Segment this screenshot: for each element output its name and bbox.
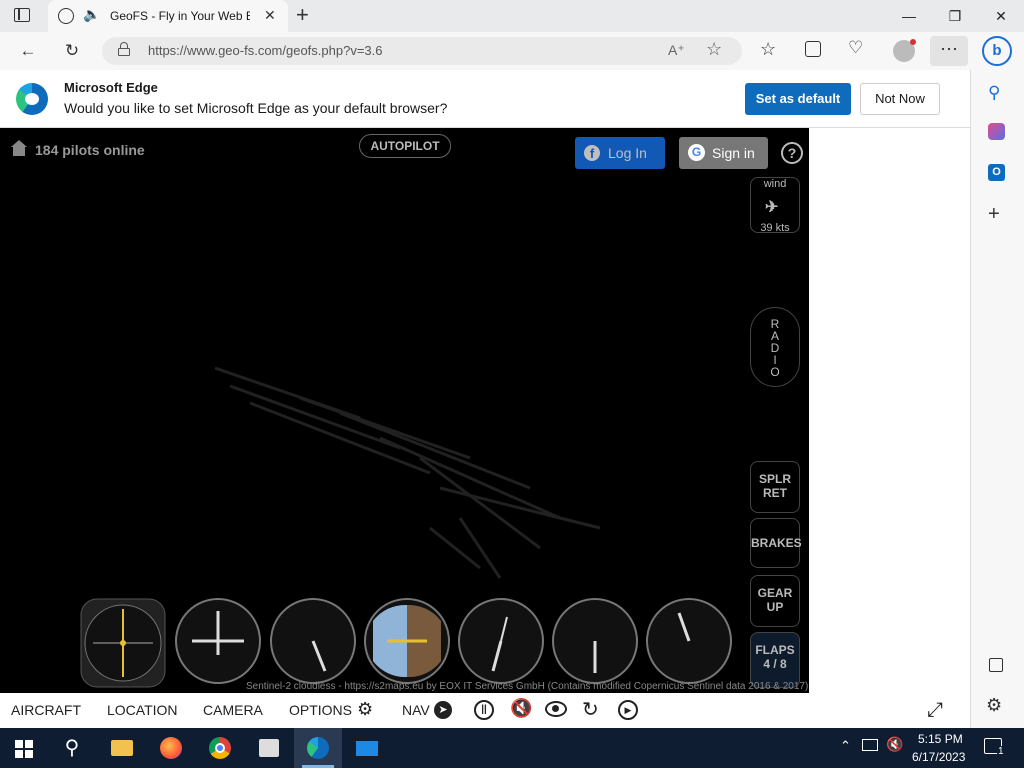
instrument-panel [80, 598, 732, 688]
new-tab-button[interactable]: + [296, 2, 309, 28]
browser-essentials-icon[interactable]: ♡ [848, 38, 863, 58]
spoilers-label: SPLR [758, 472, 791, 486]
wind-label: wind [763, 178, 787, 190]
menu-camera[interactable]: CAMERA [203, 702, 263, 718]
tray-chevron-icon[interactable]: ⌃ [840, 738, 851, 754]
mail-icon[interactable] [343, 728, 391, 768]
volume-muted-icon[interactable]: 🔇 [886, 736, 903, 753]
google-signin-button[interactable]: G Sign in [679, 137, 768, 169]
menu-nav[interactable]: NAV [402, 702, 430, 718]
reset-icon[interactable]: ↻ [582, 697, 599, 722]
login-label: Log In [608, 145, 647, 161]
tab-title: GeoFS - Fly in Your Web Bro [110, 9, 250, 23]
pilots-online[interactable]: 184 pilots online [35, 142, 145, 158]
url-text[interactable]: https://www.geo-fs.com/geofs.php?v=3.6 [148, 43, 383, 58]
wind-indicator[interactable]: wind ✈ 39 kts [750, 177, 800, 234]
nav-compass-icon[interactable]: ➤ [434, 701, 452, 719]
home-icon[interactable] [10, 140, 28, 156]
edge-logo-icon [16, 83, 48, 115]
settings-gear-icon[interactable]: ⚙ [986, 695, 1002, 716]
wind-plane-icon: ✈ [765, 199, 779, 216]
pause-icon[interactable]: || [474, 700, 494, 720]
favorites-icon[interactable]: ☆ [760, 39, 776, 60]
clock-time[interactable]: 5:15 PM [918, 732, 963, 746]
brakes-button[interactable]: BRAKES [750, 518, 802, 568]
close-window-button[interactable]: ✕ [978, 0, 1024, 32]
attribution-text: Sentinel-2 cloudless - https://s2maps.eu… [246, 681, 809, 692]
not-now-button[interactable]: Not Now [860, 83, 940, 115]
read-aloud-icon[interactable]: A⁺ [668, 42, 685, 59]
globe-icon [58, 8, 74, 24]
more-options-icon[interactable]: ⋯ [930, 36, 968, 66]
radio-button[interactable]: R A D I O [750, 307, 800, 387]
play-icon[interactable]: ▶ [618, 700, 638, 720]
refresh-icon[interactable]: ↻ [56, 35, 88, 67]
infobar-message: Would you like to set Microsoft Edge as … [64, 100, 448, 116]
google-icon: G [688, 144, 705, 161]
game-right-blank [809, 128, 970, 693]
options-gear-icon[interactable]: ⚙ [357, 699, 373, 720]
spoilers-button[interactable]: SPLR RET [750, 461, 800, 513]
close-tab-icon[interactable]: ✕ [264, 7, 276, 24]
network-icon[interactable] [862, 739, 878, 751]
edge-taskbar-icon[interactable] [294, 728, 342, 768]
bing-copilot-icon[interactable]: b [982, 36, 1012, 66]
view-eye-icon[interactable] [545, 701, 567, 717]
fullscreen-icon[interactable]: ⤢ [927, 699, 943, 722]
firefox-icon[interactable] [147, 728, 195, 768]
profile-dot [910, 39, 916, 45]
menu-aircraft[interactable]: AIRCRAFT [11, 702, 81, 718]
set-default-button[interactable]: Set as default [745, 83, 851, 115]
notification-count: 1 [997, 746, 1005, 757]
outlook-icon[interactable]: O [988, 164, 1005, 181]
rpm-gauge [646, 598, 732, 684]
start-windows-icon[interactable] [0, 728, 48, 768]
lock-icon[interactable] [118, 42, 130, 56]
menu-options[interactable]: OPTIONS [289, 702, 352, 718]
chrome-icon[interactable] [196, 728, 244, 768]
clock-date[interactable]: 6/17/2023 [912, 750, 965, 764]
tab-actions-icon[interactable] [14, 8, 30, 22]
hsi-gauge [80, 598, 166, 688]
help-button[interactable]: ? [781, 142, 803, 164]
facebook-login-button[interactable]: f Log In [575, 137, 665, 169]
airspeed-gauge [270, 598, 356, 684]
add-sidebar-icon[interactable]: + [988, 203, 1000, 226]
mute-icon[interactable]: 🔇 [510, 698, 532, 719]
signin-label: Sign in [712, 145, 755, 161]
spoilers-state: RET [763, 486, 787, 500]
store-icon[interactable] [245, 728, 293, 768]
hide-sidebar-icon[interactable] [989, 658, 1003, 672]
search-icon[interactable]: ⚲ [988, 83, 1000, 103]
search-taskbar-icon[interactable]: ⚲ [48, 728, 96, 768]
back-icon[interactable]: ← [12, 35, 44, 67]
vertical-speed-gauge [552, 598, 638, 684]
altimeter-gauge [458, 598, 544, 684]
restore-button[interactable]: ❐ [932, 0, 978, 32]
collections-icon[interactable] [805, 41, 821, 57]
office-icon[interactable] [988, 123, 1005, 140]
favorite-star-icon[interactable]: ☆ [706, 39, 722, 60]
facebook-icon: f [584, 145, 600, 161]
turn-coordinator-gauge [175, 598, 261, 684]
wind-speed: 39 kts [760, 222, 790, 234]
menu-location[interactable]: LOCATION [107, 702, 178, 718]
radio-letter: O [770, 365, 780, 379]
infobar-title: Microsoft Edge [64, 80, 158, 95]
minimize-button[interactable]: — [886, 0, 932, 32]
speaker-icon[interactable]: 🔈 [83, 6, 100, 23]
attitude-indicator [364, 598, 450, 684]
file-explorer-icon[interactable] [98, 728, 146, 768]
autopilot-button[interactable]: AUTOPILOT [359, 134, 451, 158]
